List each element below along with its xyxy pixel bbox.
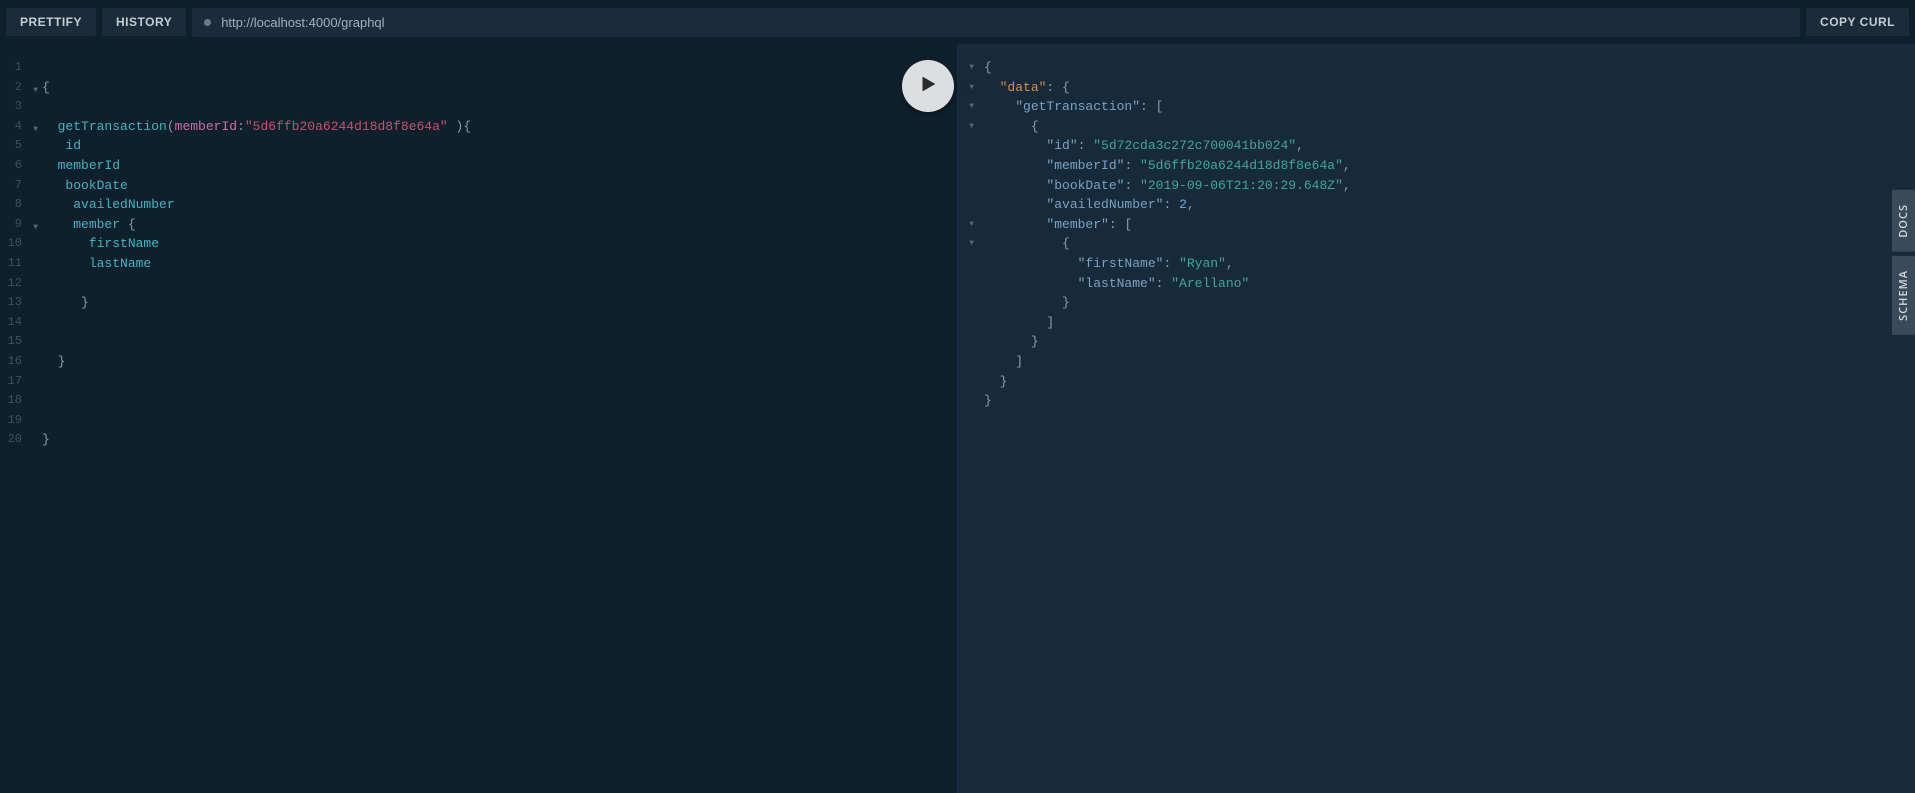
toolbar: PRETTIFY HISTORY COPY CURL: [0, 0, 1915, 44]
main-area: 12▼34▼56789▼1011121314151617181920 { get…: [0, 44, 1915, 793]
play-icon: [917, 73, 939, 99]
query-line-gutter: 12▼34▼56789▼1011121314151617181920: [0, 58, 28, 450]
side-tabs: DOCS SCHEMA: [1892, 190, 1915, 335]
history-button[interactable]: HISTORY: [102, 8, 186, 36]
prettify-button[interactable]: PRETTIFY: [6, 8, 96, 36]
docs-tab[interactable]: DOCS: [1892, 190, 1915, 252]
endpoint-input[interactable]: [221, 15, 1788, 30]
status-dot-icon: [204, 19, 211, 26]
query-editor[interactable]: 12▼34▼56789▼1011121314151617181920 { get…: [0, 44, 958, 793]
copy-curl-button[interactable]: COPY CURL: [1806, 8, 1909, 36]
endpoint-bar[interactable]: [192, 8, 1800, 37]
result-viewer: ▼▼▼▼▼▼ { "data": { "getTransaction": [ {…: [958, 44, 1915, 793]
query-code-area[interactable]: { getTransaction(memberId:"5d6ffb20a6244…: [0, 44, 957, 464]
result-fold-gutter: ▼▼▼▼▼▼: [958, 58, 976, 411]
result-code-area: { "data": { "getTransaction": [ { "id": …: [958, 44, 1915, 411]
schema-tab[interactable]: SCHEMA: [1892, 256, 1915, 335]
execute-button[interactable]: [902, 60, 954, 112]
